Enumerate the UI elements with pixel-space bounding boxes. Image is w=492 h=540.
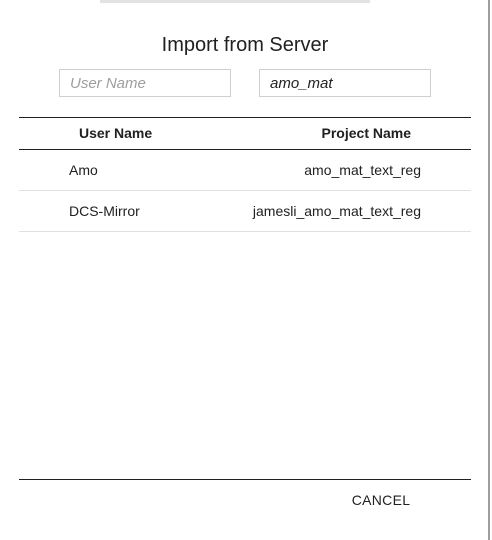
table-row[interactable]: Amo amo_mat_text_reg [19,150,471,191]
row-user-name: Amo [69,162,98,178]
project-name-filter-input[interactable] [259,69,431,97]
cancel-button[interactable]: CANCEL [344,486,418,514]
row-project-name: jamesli_amo_mat_text_reg [252,203,421,219]
projects-table: User Name Project Name Amo amo_mat_text_… [19,117,471,232]
table-header: User Name Project Name [19,117,471,150]
underlying-window-residue [100,0,370,4]
user-name-filter-input[interactable] [59,69,231,97]
dialog-title: Import from Server [161,34,329,56]
footer-divider [19,479,471,480]
import-dialog: Import from Server User Name Project Nam… [0,0,490,540]
row-user-name: DCS-Mirror [69,203,140,219]
column-header-project-name[interactable]: Project Name [322,118,411,149]
table-row[interactable]: DCS-Mirror jamesli_amo_mat_text_reg [19,191,471,232]
column-header-user-name[interactable]: User Name [79,118,152,149]
row-project-name: amo_mat_text_reg [304,162,421,178]
